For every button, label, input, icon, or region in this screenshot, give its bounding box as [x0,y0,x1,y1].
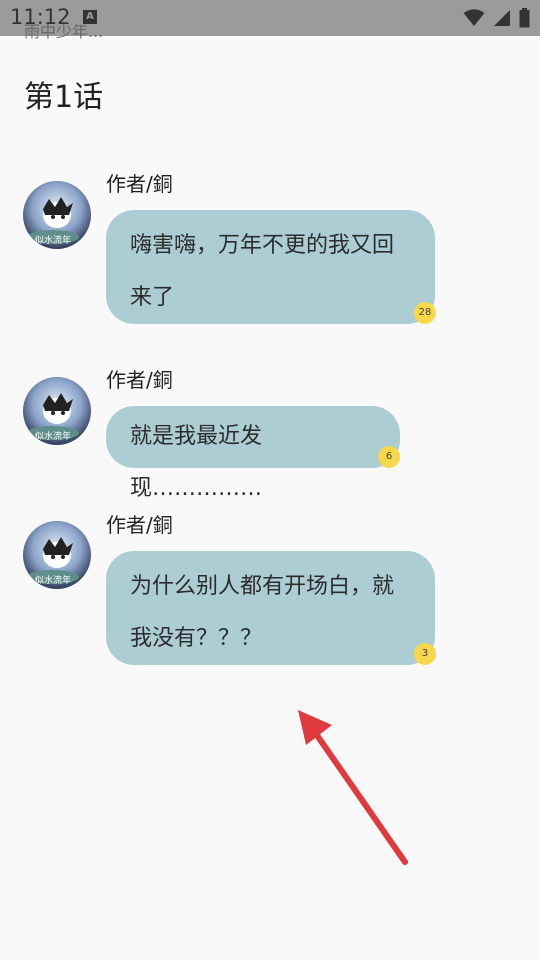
message-text: 嗨害嗨，万年不更的我又回来了 [130,233,395,310]
author-name: 作者/銅 [106,513,173,537]
chapter-title: 第1话 [24,80,104,115]
status-icons [463,7,530,29]
reader-screen: 11:12 A 雨中少年... 第1话 似水流年 作者/銅 嗨害嗨，万年不更的我… [0,0,540,960]
message-bubble[interactable]: 为什么别人都有开场白，就我没有？？？ 3 [106,551,436,665]
svg-text:似水流年: 似水流年 [35,574,71,586]
avatar-image: 似水流年 [23,377,91,445]
avatar-image: 似水流年 [23,521,91,589]
signal-icon [494,10,510,26]
red-arrow-icon [298,710,408,865]
author-avatar[interactable]: 似水流年 [23,377,91,445]
svg-text:似水流年: 似水流年 [35,430,71,442]
message-text: 为什么别人都有开场白，就我没有？？？ [130,574,395,651]
svg-text:似水流年: 似水流年 [35,234,71,246]
status-bar: 11:12 A 雨中少年... [0,0,540,41]
author-avatar[interactable]: 似水流年 [23,181,91,249]
message-text: 就是我最近发现…………… [130,424,263,501]
comment-count-badge[interactable]: 6 [378,446,400,468]
status-overlay-text: 雨中少年... [24,22,104,41]
comment-count-badge[interactable]: 3 [414,643,436,665]
avatar-image: 似水流年 [23,181,91,249]
wifi-icon [463,9,485,26]
author-avatar[interactable]: 似水流年 [23,521,91,589]
author-name: 作者/銅 [106,368,173,392]
battery-icon [519,8,530,28]
comment-count-badge[interactable]: 28 [414,302,436,324]
message-bubble[interactable]: 嗨害嗨，万年不更的我又回来了 28 [106,210,436,324]
author-name: 作者/銅 [106,172,173,196]
message-bubble[interactable]: 就是我最近发现…………… 6 [106,406,400,501]
